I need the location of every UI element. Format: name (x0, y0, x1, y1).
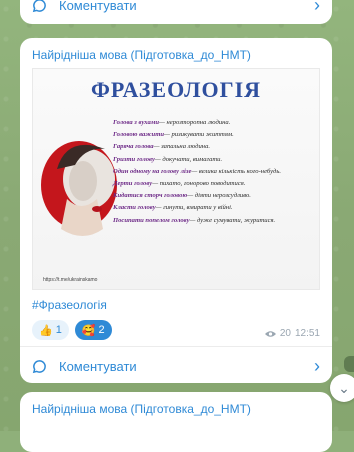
phrase-line: Головою важити— ризикувати життям. (113, 131, 234, 139)
previous-post-card: Коментувати › (20, 0, 332, 24)
chevron-right-icon: › (314, 355, 320, 376)
reaction-count: 2 (98, 324, 105, 336)
divider (20, 346, 332, 347)
comment-bubble-icon (32, 0, 46, 12)
chevron-right-icon: › (314, 0, 320, 15)
phrase-line: Класти голову— гинути, вмирати у війні. (113, 204, 233, 212)
image-title: ФРАЗЕОЛОГІЯ (90, 77, 262, 102)
post-time: 12:51 (294, 328, 320, 339)
reaction-heart-face[interactable]: 🥰 2 (74, 320, 112, 340)
post-meta: 20 12:51 (264, 328, 320, 339)
eye-icon (264, 330, 276, 337)
comment-label: Коментувати (59, 358, 137, 374)
phrase-line: Голова з вухами— нерозторопна людина. (113, 119, 231, 126)
image-url: https://t.me/ukrainskamo (43, 277, 98, 283)
channel-name[interactable]: Найрідніша мова (Підготовка_до_НМТ) (20, 392, 332, 422)
phrase-line: Гаряча голова— запальна людина. (113, 143, 211, 151)
comment-bubble-icon (32, 359, 46, 373)
chevron-down-icon: ⌄ (338, 379, 350, 396)
channel-name[interactable]: Найрідніша мова (Підготовка_до_НМТ) (20, 38, 332, 68)
thumbs-up-icon: 👍 (39, 324, 53, 337)
reaction-count: 1 (55, 324, 62, 336)
reaction-thumbs-up[interactable]: 👍 1 (32, 320, 69, 340)
scroll-down-button[interactable]: ⌄ (330, 374, 354, 402)
views-count: 20 (279, 328, 291, 339)
post-image[interactable]: ФРАЗЕОЛОГІЯ Голова з вухами— нерозторопн… (32, 68, 320, 290)
phrase-line: Дерти голову— пихато, гонорово поводитис… (113, 180, 246, 188)
phrase-line: Кидатися сторч головою— діяти нерозсудли… (113, 192, 251, 200)
comment-button[interactable]: Коментувати › (20, 0, 332, 22)
phrase-line: Один одному на голову лізе— велика кільк… (113, 167, 282, 175)
share-button[interactable] (344, 356, 354, 372)
post-card: Найрідніша мова (Підготовка_до_НМТ) ФРАЗ… (20, 38, 332, 383)
smiling-hearts-icon: 🥰 (81, 324, 96, 337)
hashtag-link[interactable]: #Фразеологія (20, 290, 332, 316)
phrase-line: Посипати попелом голову— дуже сумувати, … (113, 216, 276, 224)
comment-label: Коментувати (59, 0, 137, 13)
comment-button[interactable]: Коментувати › (20, 349, 332, 383)
next-post-card: Найрідніша мова (Підготовка_до_НМТ) (20, 392, 332, 452)
phrase-line: Гризти голову— докучати, вимагати. (113, 155, 223, 163)
phraseology-list: Голова з вухами— нерозторопна людина. Го… (113, 117, 311, 227)
